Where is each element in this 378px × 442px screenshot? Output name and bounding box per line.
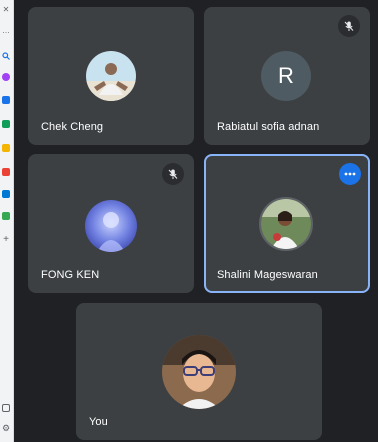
more-options-button[interactable] — [339, 163, 361, 185]
search-icon[interactable] — [2, 52, 10, 60]
participant-tile-you[interactable]: You — [76, 303, 322, 440]
participant-name: Rabiatul sofia adnan — [217, 121, 320, 133]
add-icon[interactable]: + — [2, 235, 10, 245]
browser-sidebar: ✕ … + ⚙ — [0, 0, 14, 442]
participant-tile-rabiatul-sofia-adnan[interactable]: R Rabiatul sofia adnan — [204, 7, 370, 145]
sparkle-icon[interactable] — [2, 73, 10, 81]
participant-name: FONG KEN — [41, 269, 100, 281]
mic-off-icon — [162, 163, 184, 185]
mic-off-icon — [338, 15, 360, 37]
avatar — [85, 200, 137, 252]
participant-tile-fong-ken[interactable]: FONG KEN — [28, 154, 194, 293]
avatar — [162, 335, 236, 409]
avatar — [86, 51, 136, 101]
close-icon[interactable]: ✕ — [2, 6, 10, 14]
avatar — [259, 197, 313, 251]
settings-icon[interactable]: ⚙ — [2, 424, 10, 433]
participant-name: You — [89, 416, 108, 428]
folder-icon[interactable] — [2, 144, 10, 152]
window-icon[interactable] — [2, 404, 10, 412]
participant-name: Shalini Mageswaran — [217, 269, 318, 281]
participant-name: Chek Cheng — [41, 121, 104, 133]
bookmark-icon[interactable] — [2, 96, 10, 104]
more-icon[interactable]: … — [2, 27, 10, 35]
participant-tile-chek-cheng[interactable]: Chek Cheng — [28, 7, 194, 145]
participant-tile-shalini-mageswaran[interactable]: Shalini Mageswaran — [204, 154, 370, 293]
avatar-letter: R — [278, 63, 294, 88]
office-icon[interactable] — [2, 168, 10, 176]
letter-avatar: R — [261, 51, 311, 101]
bag-icon[interactable] — [2, 120, 10, 128]
outlook-icon[interactable] — [2, 190, 10, 198]
drive-icon[interactable] — [2, 212, 10, 220]
